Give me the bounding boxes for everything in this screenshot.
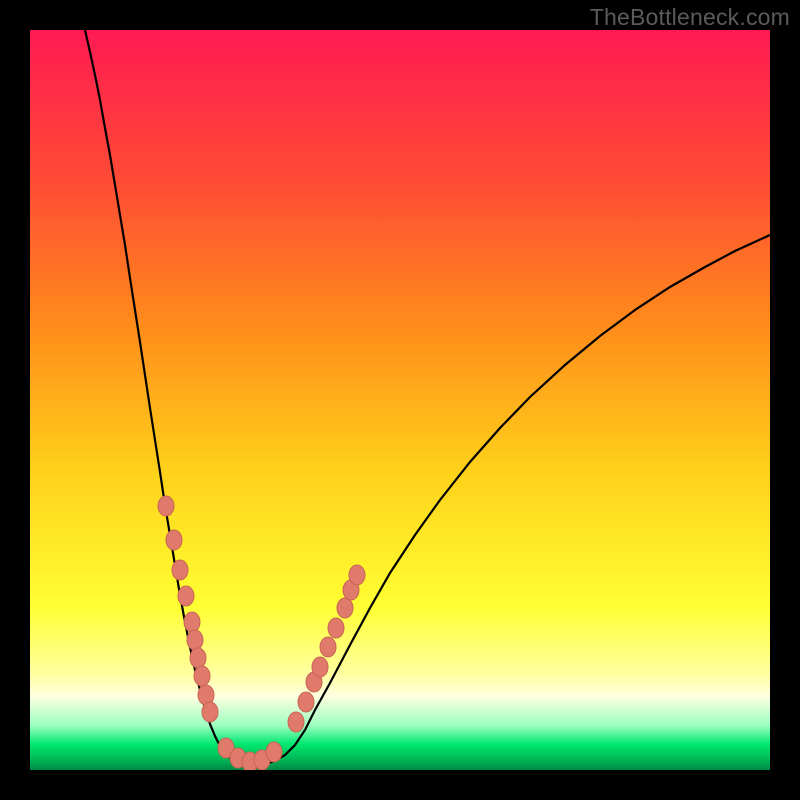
marker-right-0 <box>288 712 304 732</box>
marker-left-6 <box>190 648 206 668</box>
marker-left-5 <box>187 630 203 650</box>
marker-left-7 <box>194 666 210 686</box>
marker-right-6 <box>337 598 353 618</box>
watermark-text: TheBottleneck.com <box>590 4 790 31</box>
plot-area <box>30 30 770 770</box>
chart-frame: TheBottleneck.com <box>0 0 800 800</box>
gradient-background <box>30 30 770 770</box>
marker-left-1 <box>166 530 182 550</box>
marker-right-5 <box>328 618 344 638</box>
marker-right-8 <box>349 565 365 585</box>
marker-right-1 <box>298 692 314 712</box>
marker-right-4 <box>320 637 336 657</box>
marker-left-9 <box>202 702 218 722</box>
marker-left-3 <box>178 586 194 606</box>
marker-left-4 <box>184 612 200 632</box>
marker-right-3 <box>312 657 328 677</box>
marker-bottom-4 <box>266 742 282 762</box>
marker-left-0 <box>158 496 174 516</box>
chart-svg <box>30 30 770 770</box>
marker-left-2 <box>172 560 188 580</box>
